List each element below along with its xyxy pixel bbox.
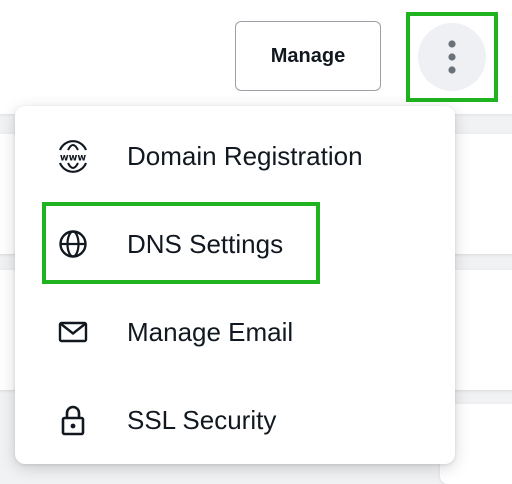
more-options-button[interactable]	[418, 23, 486, 91]
svg-text:www: www	[60, 153, 87, 164]
menu-item-label: Domain Registration	[127, 140, 363, 171]
more-options-highlight	[406, 12, 498, 102]
menu-item-label: DNS Settings	[127, 228, 284, 259]
manage-button[interactable]: Manage	[235, 21, 381, 91]
lock-icon	[53, 400, 93, 440]
menu-item-ssl-security[interactable]: SSL Security	[15, 376, 455, 464]
more-options-menu: www Domain Registration DNS Settings Man…	[15, 106, 455, 464]
menu-item-dns-settings[interactable]: DNS Settings	[15, 200, 455, 288]
menu-item-manage-email[interactable]: Manage Email	[15, 288, 455, 376]
globe-icon	[53, 224, 93, 264]
www-globe-icon: www	[53, 136, 93, 176]
menu-item-label: Manage Email	[127, 316, 294, 347]
menu-item-label: SSL Security	[127, 404, 277, 435]
envelope-icon	[53, 312, 93, 352]
vertical-dots-icon	[448, 40, 456, 74]
menu-item-domain-registration[interactable]: www Domain Registration	[15, 112, 455, 200]
domain-card-header: Manage	[0, 0, 512, 114]
